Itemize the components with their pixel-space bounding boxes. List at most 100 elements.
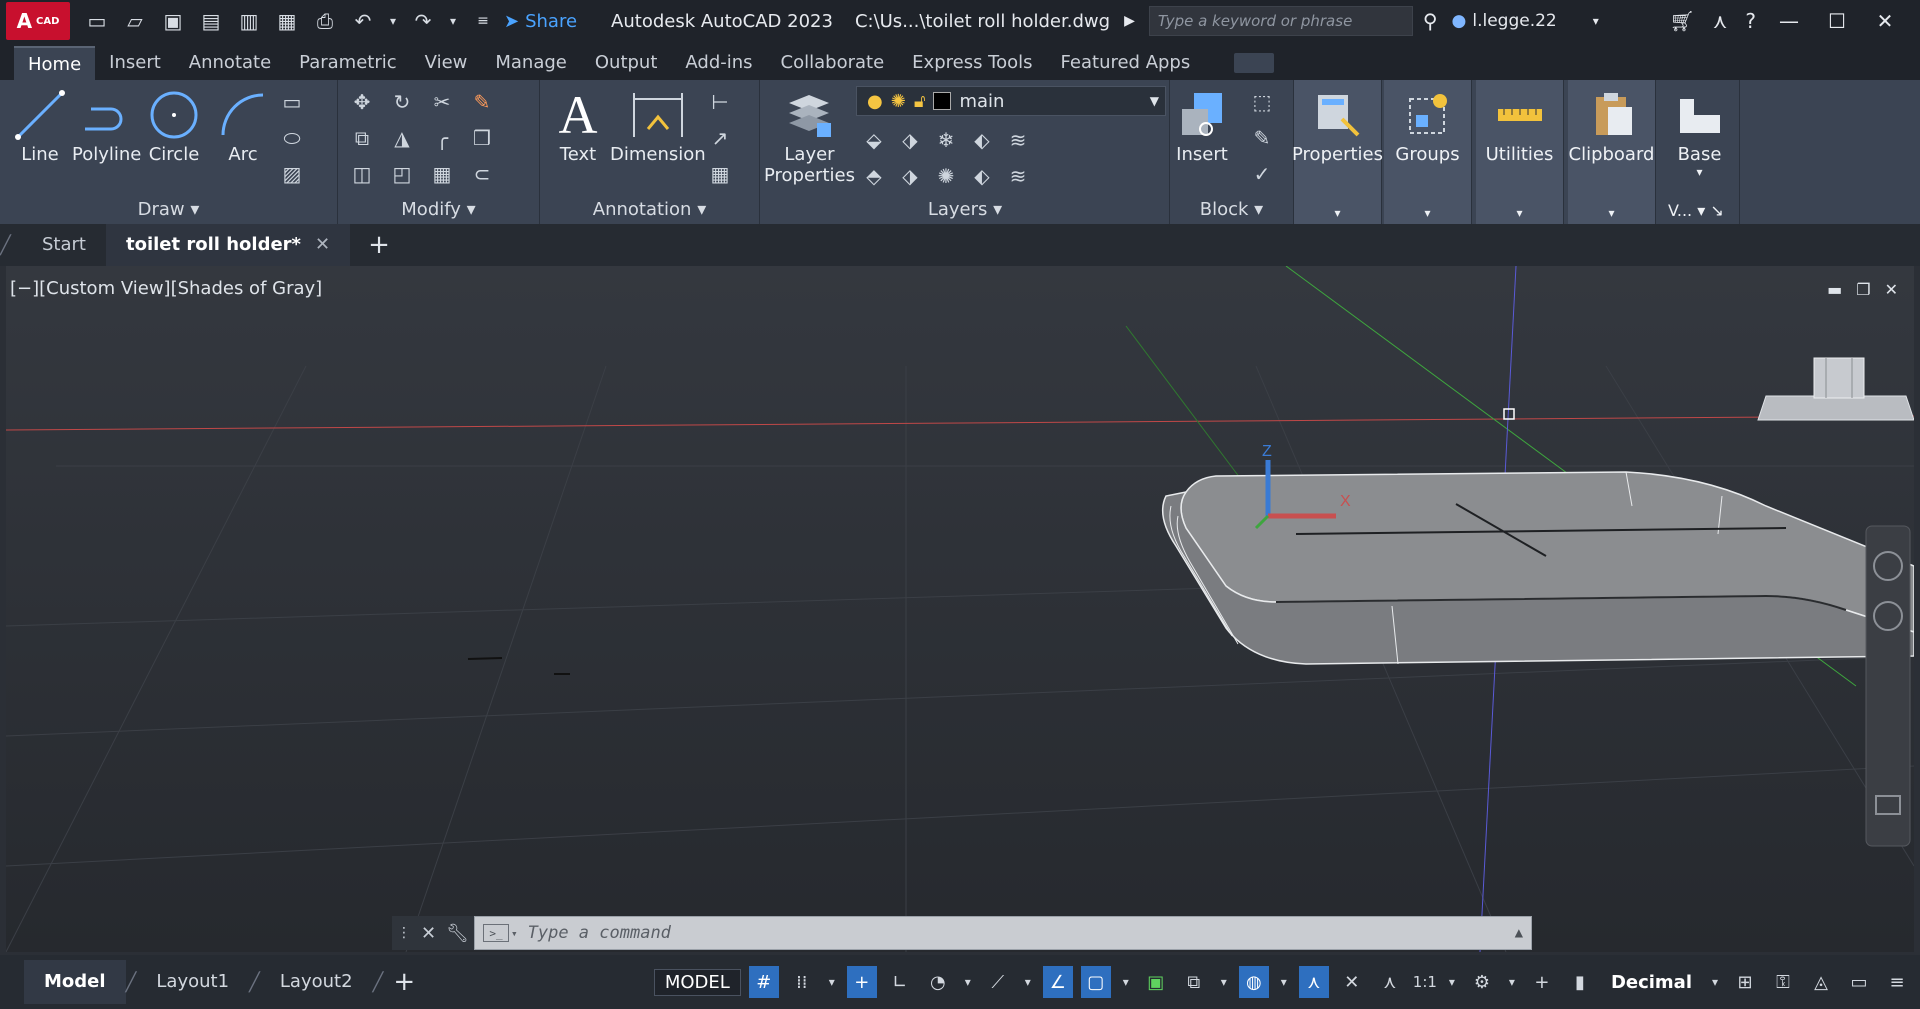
tab-layout2[interactable]: Layout2 — [260, 960, 373, 1004]
units-icon[interactable]: ▮ — [1565, 966, 1595, 998]
layers-panel-title[interactable]: Layers ▾ — [760, 196, 1170, 224]
redo-icon[interactable]: ↷ — [410, 9, 436, 33]
tab-annotate[interactable]: Annotate — [175, 46, 285, 80]
annotation-visibility-icon[interactable]: ⋏ — [1298, 966, 1329, 998]
fillet-icon[interactable]: ╭ — [428, 124, 456, 152]
layer-dropdown[interactable]: ● ✺ 🔓︎ main ▼ — [856, 86, 1166, 116]
cart-icon[interactable]: 🛒︎ — [1669, 9, 1694, 33]
redo-dropdown-icon[interactable]: ▾ — [448, 9, 458, 33]
minimize-icon[interactable]: — — [1774, 9, 1804, 33]
auto-scale-icon[interactable]: ✕ — [1337, 966, 1367, 998]
model-viewport[interactable]: Z X [−][Custom View][Shades of Gray] ▬ ❐… — [6, 266, 1914, 952]
share-button[interactable]: ➤ Share — [504, 11, 577, 32]
clipboard-panel-button[interactable]: Clipboard ▾ — [1568, 80, 1656, 224]
layer-thaw-icon[interactable]: ✺ — [932, 162, 960, 190]
layer-unisolate-icon[interactable]: ⬗ — [896, 162, 924, 190]
layer-on-icon[interactable]: ⬘ — [860, 162, 888, 190]
ribbon-minimize-toggle[interactable] — [1234, 53, 1275, 73]
annotation-monitor-icon[interactable]: + — [1527, 966, 1557, 998]
command-grip-icon[interactable]: ⋮ — [397, 925, 411, 941]
block-attribute-icon[interactable]: ✓ — [1248, 160, 1276, 188]
rectangle-icon[interactable]: ▭ — [278, 88, 306, 116]
create-block-icon[interactable]: ⬚ — [1248, 88, 1276, 116]
base-panel-button[interactable]: Base ▾ V... ▾ ↘ — [1660, 80, 1740, 224]
linear-dim-icon[interactable]: ⊢ — [706, 88, 734, 116]
viewport-close-icon[interactable]: ✕ — [1885, 280, 1898, 299]
workspace-gear-icon[interactable]: ⚙ — [1467, 966, 1497, 998]
properties-panel-button[interactable]: Properties ▾ — [1292, 80, 1383, 224]
scale-icon[interactable]: ◰ — [388, 160, 416, 188]
command-close-icon[interactable]: ✕ — [421, 923, 436, 944]
plot-icon[interactable]: ⎙ — [312, 9, 338, 33]
tab-output[interactable]: Output — [581, 46, 672, 80]
3d-osnap-icon[interactable]: ◍ — [1238, 966, 1269, 998]
command-expand-icon[interactable]: ▲ — [1515, 925, 1523, 941]
layer-isolate-icon[interactable]: ⬗ — [896, 126, 924, 154]
erase-icon[interactable]: ✎ — [468, 88, 496, 116]
layer-properties-button[interactable]: Layer Properties — [764, 86, 855, 186]
arc-button[interactable]: Arc — [215, 86, 271, 165]
groups-panel-button[interactable]: Groups ▾ — [1384, 80, 1472, 224]
selection-dropdown-icon[interactable]: ▾ — [1217, 966, 1231, 998]
close-icon[interactable]: ✕ — [1870, 9, 1900, 33]
explode-icon[interactable]: ❒ — [468, 124, 496, 152]
tab-featured-apps[interactable]: Featured Apps — [1047, 46, 1205, 80]
draw-panel-title[interactable]: Draw ▾ — [0, 196, 337, 224]
search-icon[interactable]: ⚲ — [1423, 9, 1438, 33]
tab-express-tools[interactable]: Express Tools — [898, 46, 1046, 80]
text-button[interactable]: A Text — [550, 85, 606, 165]
graphics-performance-icon[interactable]: ▭ — [1844, 966, 1874, 998]
expand-arrow-icon[interactable]: ▶ — [1124, 13, 1135, 29]
layer-off-icon[interactable]: ⬙ — [860, 126, 888, 154]
leader-icon[interactable]: ↗ — [706, 124, 734, 152]
units-dropdown-icon[interactable]: ▾ — [1708, 966, 1722, 998]
app-logo[interactable]: A CAD — [6, 2, 70, 40]
selection-cycling-icon[interactable]: ⧉ — [1179, 966, 1209, 998]
rotate-icon[interactable]: ↻ — [388, 88, 416, 116]
transparency-icon[interactable]: ▣ — [1141, 966, 1171, 998]
viewport-restore-icon[interactable]: ❐ — [1856, 280, 1870, 299]
units-value[interactable]: Decimal — [1603, 972, 1700, 993]
web-save-icon[interactable]: ▥ — [236, 9, 262, 33]
tab-insert[interactable]: Insert — [95, 46, 175, 80]
close-tab-icon[interactable]: ✕ — [315, 234, 330, 255]
command-prompt-icon[interactable]: >_ — [483, 924, 509, 942]
polar-tracking-icon[interactable]: ◔ — [923, 966, 953, 998]
viewcube-icon[interactable] — [1757, 357, 1914, 421]
table-icon[interactable]: ▦ — [706, 160, 734, 188]
save-icon[interactable]: ▣ — [160, 9, 186, 33]
stretch-icon[interactable]: ◫ — [348, 160, 376, 188]
tab-start[interactable]: Start — [22, 224, 106, 266]
tab-model[interactable]: Model — [24, 960, 126, 1004]
insert-button[interactable]: Insert — [1174, 86, 1230, 165]
open-folder-icon[interactable]: ▱ — [122, 9, 148, 33]
export-icon[interactable]: ▦ — [274, 9, 300, 33]
quick-properties-icon[interactable]: ⊞ — [1730, 966, 1760, 998]
help-icon[interactable]: ? — [1745, 9, 1756, 33]
tab-home[interactable]: Home — [14, 46, 96, 80]
trim-icon[interactable]: ✂ — [428, 88, 456, 116]
snap-dropdown-icon[interactable]: ▾ — [825, 966, 839, 998]
tab-parametric[interactable]: Parametric — [285, 46, 410, 80]
viewport-minimize-icon[interactable]: ▬ — [1827, 280, 1842, 299]
isodraft-icon[interactable]: ⟋ — [983, 966, 1013, 998]
tab-view[interactable]: View — [411, 46, 482, 80]
object-snap-icon[interactable]: ▢ — [1080, 966, 1111, 998]
dynamic-input-icon[interactable]: + — [846, 966, 877, 998]
osnap-dropdown-icon[interactable]: ▾ — [1119, 966, 1133, 998]
edit-block-icon[interactable]: ✎ — [1248, 124, 1276, 152]
layer-unlock-icon[interactable]: ⬖ — [968, 162, 996, 190]
tab-collaborate[interactable]: Collaborate — [767, 46, 899, 80]
autodesk-app-icon[interactable]: ⋏ — [1713, 9, 1728, 33]
undo-dropdown-icon[interactable]: ▾ — [388, 9, 398, 33]
3d-osnap-dropdown-icon[interactable]: ▾ — [1277, 966, 1291, 998]
move-icon[interactable]: ✥ — [348, 88, 376, 116]
block-panel-title[interactable]: Block ▾ — [1170, 196, 1293, 224]
viewport-controls-label[interactable]: [−][Custom View][Shades of Gray] — [10, 278, 322, 299]
layer-freeze-icon[interactable]: ❄ — [932, 126, 960, 154]
mirror-icon[interactable]: ◮ — [388, 124, 416, 152]
ortho-icon[interactable]: ∟ — [885, 966, 915, 998]
view-panel-title[interactable]: V... ▾ ↘ — [1668, 201, 1724, 220]
customize-qat-icon[interactable]: ≡ — [470, 9, 496, 33]
new-tab-plus-icon[interactable]: + — [368, 230, 390, 260]
